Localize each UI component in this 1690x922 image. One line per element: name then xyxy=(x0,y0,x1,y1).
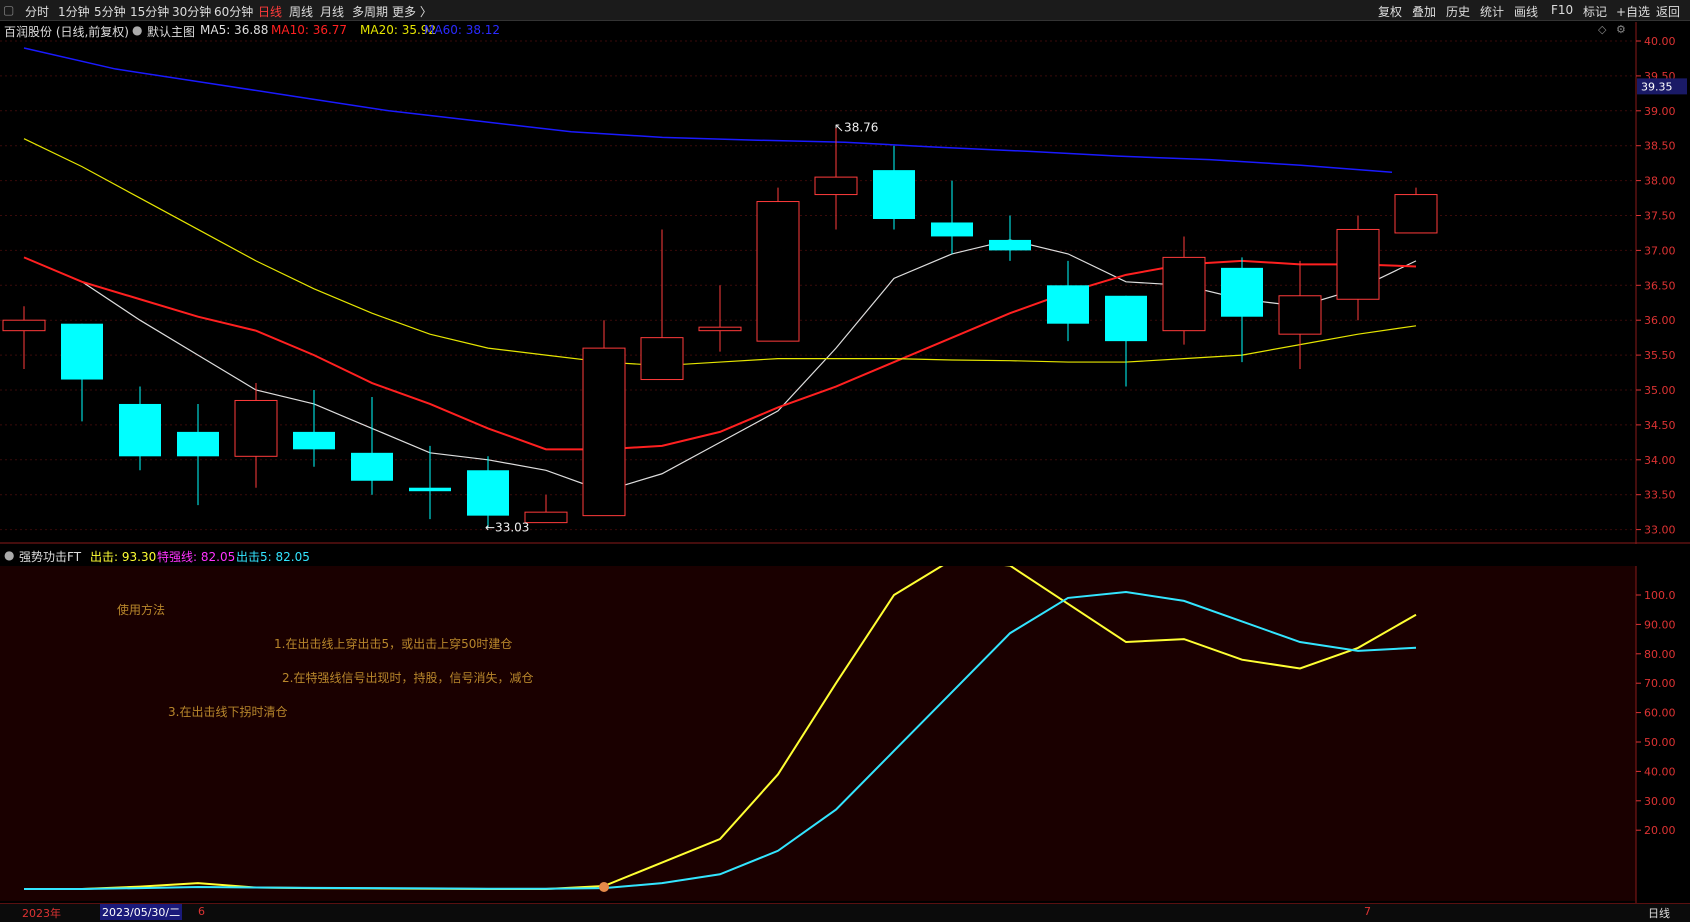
tab-weekly[interactable]: 周线 xyxy=(289,3,313,20)
candle-body-up xyxy=(756,201,800,342)
indicator-tick-label: 100.0 xyxy=(1644,589,1676,602)
candle-body-up xyxy=(524,511,568,524)
price-tick-label: 33.50 xyxy=(1644,489,1676,502)
f10-button[interactable]: F10 xyxy=(1551,3,1573,17)
price-tick-label: 36.00 xyxy=(1644,314,1676,327)
price-tick-label: 34.00 xyxy=(1644,454,1676,467)
tab-multi-period[interactable]: 多周期 xyxy=(352,3,388,20)
chuji-value: 出击: 93.30 xyxy=(90,550,157,564)
price-tick-label: 38.50 xyxy=(1644,140,1676,153)
year-label: 2023年 xyxy=(22,907,61,920)
price-tick-label: 33.00 xyxy=(1644,524,1676,537)
sub-indicator-settings-icon[interactable]: ● xyxy=(4,548,14,562)
candle-body-up xyxy=(698,326,742,332)
tab-30min[interactable]: 30分钟 xyxy=(172,3,211,20)
draw-line-button[interactable]: 画线 xyxy=(1514,3,1538,20)
candlestick-chart[interactable]: 40.0039.5039.0038.5038.0037.5037.0036.50… xyxy=(0,22,1690,544)
month-7-label: 7 xyxy=(1364,905,1371,918)
add-watchlist-button[interactable]: +自选 xyxy=(1616,3,1650,20)
candle-body-up xyxy=(640,337,684,381)
price-tick-label: 34.50 xyxy=(1644,419,1676,432)
mark-button[interactable]: 标记 xyxy=(1583,3,1607,20)
stats-button[interactable]: 统计 xyxy=(1480,3,1504,20)
candle-body-up xyxy=(1162,256,1206,332)
candle-body-down xyxy=(409,487,451,492)
candle-body-up xyxy=(234,399,278,457)
candle-body-up xyxy=(1336,228,1380,300)
candle-body-up xyxy=(1278,295,1322,335)
period-label: 日线 xyxy=(1648,907,1670,920)
tab-1min[interactable]: 1分钟 xyxy=(58,3,90,20)
menu-toggle-icon[interactable]: ▢ xyxy=(3,3,14,17)
fuquan-button[interactable]: 复权 xyxy=(1378,3,1402,20)
usage-title: 使用方法 xyxy=(117,603,166,617)
price-tick-label: 36.50 xyxy=(1644,279,1676,292)
tab-60min[interactable]: 60分钟 xyxy=(214,3,253,20)
date-axis-bar xyxy=(0,903,1690,922)
tab-fenshi[interactable]: 分时 xyxy=(25,3,49,20)
candle-body-down xyxy=(351,452,393,481)
candle-body-down xyxy=(931,222,973,237)
indicator-tick-label: 60.00 xyxy=(1644,707,1676,720)
price-tick-label: 35.50 xyxy=(1644,349,1676,362)
ma-line-ma60 xyxy=(23,47,1393,173)
indicator-chart[interactable]: 100.0 90.00 80.00 70.00 60.00 50.00 40.00 30.00… xyxy=(0,566,1690,903)
indicator-tick-label: 80.00 xyxy=(1644,648,1676,661)
candle-body-up xyxy=(2,319,46,332)
tab-15min[interactable]: 15分钟 xyxy=(130,3,169,20)
sub-indicator-name[interactable]: 强势功击FT xyxy=(19,548,81,565)
history-button[interactable]: 历史 xyxy=(1446,3,1470,20)
candle-body-down xyxy=(61,323,103,380)
indicator-tick-label: 30.00 xyxy=(1644,795,1676,808)
indicator-background xyxy=(0,566,1636,901)
month-6-label: 6 xyxy=(198,905,205,918)
ma-line-ma5 xyxy=(81,239,1417,492)
candle-body-down xyxy=(177,431,219,457)
candle-body-up xyxy=(582,347,626,517)
price-tick-label: 39.00 xyxy=(1644,105,1676,118)
indicator-tick-label: 50.00 xyxy=(1644,736,1676,749)
candle-body-down xyxy=(467,470,509,516)
indicator-tick-label: 70.00 xyxy=(1644,677,1676,690)
back-button[interactable]: 返回 xyxy=(1656,3,1680,20)
price-tick-label: 37.50 xyxy=(1644,210,1676,223)
price-tick-label: 35.00 xyxy=(1644,384,1676,397)
candle-body-up xyxy=(1394,194,1438,234)
candle-body-down xyxy=(1047,285,1089,324)
teqiang-value: 特强线: 82.05 xyxy=(157,550,236,564)
usage-note-3: 3.在出击线下拐时清仓 xyxy=(168,705,288,719)
signal-marker xyxy=(599,882,609,892)
tab-monthly[interactable]: 月线 xyxy=(320,3,344,20)
tab-daily[interactable]: 日线 xyxy=(258,3,282,20)
candle-body-down xyxy=(1221,267,1263,317)
indicator-tick-label: 90.00 xyxy=(1644,618,1676,631)
selected-date: 2023/05/30/二 xyxy=(100,904,183,920)
usage-note-2: 2.在特强线信号出现时，持股，信号消失，减仓 xyxy=(282,671,534,685)
usage-note-1: 1.在出击线上穿出击5，或出击上穿50时建仓 xyxy=(274,637,513,651)
low-price-marker: ←33.03 xyxy=(485,521,529,535)
chuji5-value: 出击5: 82.05 xyxy=(236,550,310,564)
candle-body-down xyxy=(873,170,915,219)
candle-body-down xyxy=(989,239,1031,251)
price-tick-label: 38.00 xyxy=(1644,175,1676,188)
indicator-tick-label: 40.00 xyxy=(1644,765,1676,778)
tab-more[interactable]: 更多 〉 xyxy=(392,3,432,20)
price-tick-label: 37.00 xyxy=(1644,244,1676,257)
candle-body-down xyxy=(119,403,161,457)
price-tick-label: 40.00 xyxy=(1644,35,1676,48)
candle-body-down xyxy=(293,431,335,450)
period-toolbar: ▢ 分时 1分钟 5分钟 15分钟 30分钟 60分钟 日线 周线 月线 多周期… xyxy=(0,0,1690,21)
overlay-button[interactable]: 叠加 xyxy=(1412,3,1436,20)
high-price-marker: ↖38.76 xyxy=(834,121,878,135)
tab-5min[interactable]: 5分钟 xyxy=(94,3,126,20)
candle-body-down xyxy=(1105,295,1147,342)
candle-body-up xyxy=(814,176,858,196)
current-price-label: 39.35 xyxy=(1641,80,1673,93)
indicator-tick-label: 20.00 xyxy=(1644,824,1676,837)
